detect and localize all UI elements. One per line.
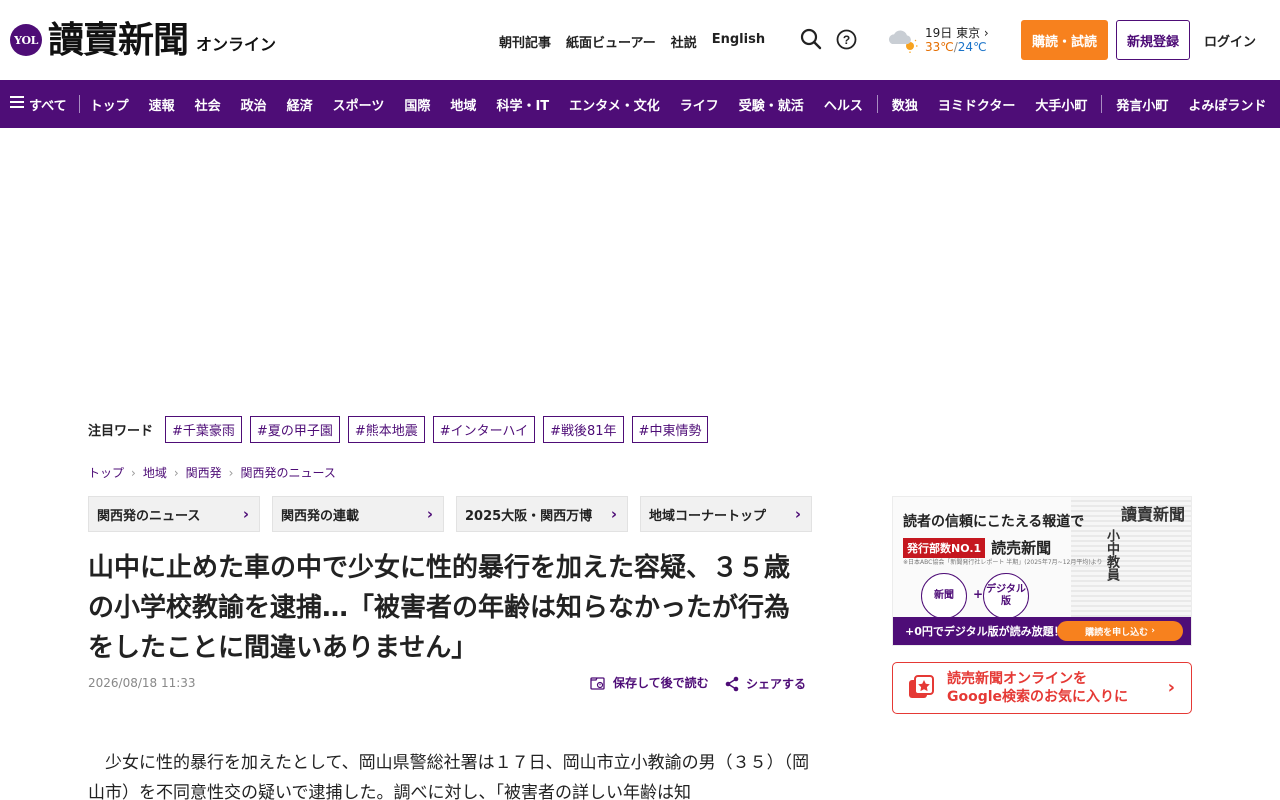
trending-tag[interactable]: #千葉豪雨 [165,416,242,443]
nav-society[interactable]: 社会 [185,95,231,114]
section-tabs: 関西発のニュース › 関西発の連載 › 2025大阪・関西万博 › 地域コーナートップ… [88,496,812,532]
promo-bar-text: +0円でデジタル版が読み放題！ [905,625,1065,638]
link-paper-viewer[interactable]: 紙面ビューアー [566,32,656,51]
arrow-right-icon: › [1151,626,1155,636]
promo-badge-row: 発行部数NO.1 読売新聞 [903,537,1051,558]
search-icon[interactable] [800,28,822,50]
login-link[interactable]: ログイン [1204,31,1256,50]
nav-top[interactable]: トップ [80,95,139,114]
tab-osaka-expo[interactable]: 2025大阪・関西万博 › [456,496,628,532]
star-bookmark-icon [909,675,934,698]
nav-yomipoland[interactable]: よみぽランド [1178,95,1276,114]
share-icon [725,676,739,691]
nav-divider [876,95,878,113]
nav-hatsugenkomachi[interactable]: 発言小町 [1106,95,1178,114]
nav-divider [1101,95,1103,113]
tab-local-corner[interactable]: 地域コーナートップ › [640,496,812,532]
google-favorite-text: 読売新聞オンラインを Google検索のお気に入りに [947,671,1129,705]
chevron-right-icon: › [983,26,989,40]
breadcrumb-local[interactable]: 地域 [143,464,167,481]
chevron-right-icon: › [173,465,179,480]
breadcrumb-top[interactable]: トップ [88,464,124,481]
temp-low: 24℃ [957,40,987,54]
site-header: YOL 讀賣新聞 オンライン 朝刊記事 紙面ビューアー 社説 English ?… [0,0,1280,80]
menu-icon [10,96,24,112]
chevron-right-icon: › [242,505,249,523]
promo-bar: +0円でデジタル版が読み放題！ 購読を申し込む › [893,617,1191,645]
tab-kansai-news[interactable]: 関西発のニュース › [88,496,260,532]
article-title: 山中に止めた車の中で少女に性的暴行を加えた容疑、３５歳の小学校教諭を逮捕…「被害… [88,553,791,663]
paper-logo: 讀賣新聞 [1120,505,1185,524]
link-editorial[interactable]: 社説 [671,32,697,51]
share-button[interactable]: シェアする [724,675,806,692]
tab-kansai-series[interactable]: 関西発の連載 › [272,496,444,532]
nav-politics[interactable]: 政治 [231,95,277,114]
article-date: 2026/08/18 11:33 [88,676,196,690]
temp-high: 33℃ [925,40,954,54]
nav-life[interactable]: ライフ [670,95,729,114]
chevron-right-icon: › [131,465,136,480]
trending-tag[interactable]: #熊本地震 [347,416,425,443]
breadcrumb-kansai-news[interactable]: 関西発のニュース [240,464,335,481]
nav-local[interactable]: 地域 [440,95,486,114]
promo-circle-digital: デジタル版 [983,573,1029,619]
trending-label: 注目ワード [88,424,154,439]
nav-health[interactable]: ヘルス [814,95,873,114]
yol-badge: YOL [10,24,42,56]
promo-paper-name: 読売新聞 [991,539,1052,557]
chevron-right-icon: › [1167,677,1175,698]
link-english[interactable]: English [712,32,765,51]
nav-entertainment[interactable]: エンタメ・文化 [559,95,670,114]
nav-otekomachi[interactable]: 大手小町 [1025,95,1097,114]
site-logo[interactable]: YOL 讀賣新聞 オンライン [10,18,276,62]
breadcrumb: トップ › 地域 › 関西発 › 関西発のニュース [88,464,336,481]
bookmark-icon [590,676,605,690]
chevron-right-icon: › [610,505,617,523]
promo-apply-button[interactable]: 購読を申し込む › [1057,621,1183,641]
promo-headline: 読者の信頼にこたえる報道で [903,514,1085,530]
nav-all-menu[interactable]: すべて [0,95,80,114]
weather-temps: 33℃/24℃ [925,40,987,54]
nav-science-it[interactable]: 科学・IT [486,95,559,114]
subscribe-button[interactable]: 購読・試読 [1021,20,1108,60]
nav-world[interactable]: 国際 [394,95,440,114]
weather-date-city: 19日 東京 › [925,26,989,40]
weather-widget[interactable]: 19日 東京 › 33℃/24℃ [886,24,996,58]
breadcrumb-kansai[interactable]: 関西発 [186,464,222,481]
trending-words: 注目ワード #千葉豪雨 #夏の甲子園 #熊本地震 #インターハイ #戦後81年 … [88,416,716,443]
promo-footnote: ※日本ABC協会「新聞発行社レポート 半期」(2025年7月~12月平均)より [903,559,1103,566]
promo-plus: + [973,587,984,601]
circulation-badge: 発行部数NO.1 [903,537,986,558]
header-links: 朝刊記事 紙面ビューアー 社説 English [499,32,765,51]
chevron-right-icon: › [228,465,234,480]
nav-exam-career[interactable]: 受験・就活 [729,95,814,114]
trending-tag[interactable]: #夏の甲子園 [249,416,340,443]
register-button[interactable]: 新規登録 [1116,20,1190,60]
nav-breaking[interactable]: 速報 [139,95,185,114]
chevron-right-icon: › [426,505,433,523]
cloudy-sun-icon [888,30,918,53]
nav-yomidoctor[interactable]: ヨミドクター [928,95,1025,114]
trending-tag[interactable]: #中東情勢 [631,416,709,443]
promo-circle-paper: 新聞 [921,573,967,619]
help-icon[interactable]: ? [836,29,857,50]
subscription-promo-banner[interactable]: 讀賣新聞 小中教員 読者の信頼にこたえる報道で 発行部数NO.1 読売新聞 ※日… [892,496,1192,646]
nav-sports[interactable]: スポーツ [323,95,395,114]
main-nav: すべて トップ 速報 社会 政治 経済 スポーツ 国際 地域 科学・IT エンタ… [0,80,1280,128]
logo-online-label: オンライン [196,35,277,54]
nav-sudoku[interactable]: 数独 [882,95,928,114]
trending-tag[interactable]: #インターハイ [432,416,536,443]
link-morning-edition[interactable]: 朝刊記事 [499,32,551,51]
logo-wordmark: 讀賣新聞 [48,19,189,61]
nav-economy[interactable]: 経済 [277,95,323,114]
google-favorite-banner[interactable]: 読売新聞オンラインを Google検索のお気に入りに › [892,662,1192,714]
save-later-button[interactable]: 保存して後で読む [590,674,709,691]
paper-headline: 小中教員 [1104,529,1119,581]
chevron-right-icon: › [794,505,801,523]
trending-tag[interactable]: #戦後81年 [543,416,624,443]
svg-text:?: ? [843,33,850,47]
article-body: 少女に性的暴行を加えたとして、岡山県警総社署は１７日、岡山市立小教諭の男（３５）… [88,753,810,800]
